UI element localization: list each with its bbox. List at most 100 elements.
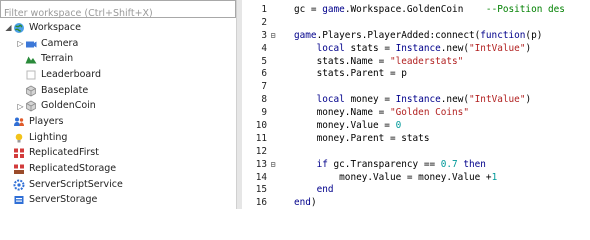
cube-icon [25, 100, 37, 112]
line-number: 12 [255, 145, 267, 157]
server-script-service-icon [13, 179, 25, 191]
code-token: money = [344, 94, 396, 106]
code-token: stats.Name = [294, 55, 390, 67]
fold-toggle-icon[interactable]: ⊟ [267, 31, 279, 40]
line-number: 14 [255, 171, 267, 183]
code-line[interactable]: 9 money.Name = "Golden Coins" [242, 106, 590, 119]
tree-item-label: Leaderboard [41, 68, 102, 80]
code-text: local stats = Instance.new("IntValue") [279, 42, 532, 54]
code-token: .Players.PlayerAdded:connect( [316, 29, 481, 41]
tree-item-serverscriptservice[interactable]: ServerScriptService [0, 177, 236, 193]
code-line[interactable]: 7 [242, 80, 590, 93]
code-token: 0.7 [440, 158, 458, 170]
code-token: 1 [491, 171, 498, 183]
code-line[interactable]: 4 local stats = Instance.new("IntValue") [242, 42, 590, 55]
code-token: then [463, 158, 486, 170]
code-line[interactable]: 1 gc = game.Workspace.GoldenCoin --Positi… [242, 3, 590, 16]
code-token: gc.Transparency == [327, 158, 441, 170]
expand-arrow-icon[interactable]: ▷ [16, 39, 25, 49]
expand-arrow-icon[interactable]: ▷ [16, 101, 25, 111]
tree-item-replicatedfirst[interactable]: ReplicatedFirst [0, 146, 236, 162]
code-line[interactable]: 10 money.Value = 0 [242, 119, 590, 132]
code-token: if [316, 158, 328, 170]
code-line[interactable]: 16 end) [242, 196, 590, 209]
tree-item-terrain[interactable]: Terrain [0, 51, 236, 67]
server-storage-icon [13, 194, 25, 206]
part-icon [25, 69, 37, 81]
tree-item-goldencoin[interactable]: ▷ GoldenCoin [0, 98, 236, 114]
code-token: stats = [344, 42, 396, 54]
line-number: 6 [261, 68, 267, 80]
fold-toggle-icon[interactable]: ⊟ [267, 160, 279, 169]
filter-workspace-field[interactable] [0, 0, 236, 22]
tree-item-label: Workspace [29, 21, 81, 33]
code-token: stats.Parent = p [294, 68, 407, 80]
code-line[interactable]: 12 [242, 145, 590, 158]
code-token: .new( [440, 42, 470, 54]
code-token: local [316, 42, 345, 54]
tree-item-baseplate[interactable]: Baseplate [0, 83, 236, 99]
script-editor[interactable]: 1 gc = game.Workspace.GoldenCoin --Positi… [242, 0, 590, 209]
line-number: 5 [261, 55, 267, 67]
tree-item-label: ServerStorage [29, 194, 98, 206]
tree-item-lighting[interactable]: Lighting [0, 130, 236, 146]
tree-item-replicatedstorage[interactable]: ReplicatedStorage [0, 161, 236, 177]
code-line[interactable]: 5 stats.Name = "leaderstats" [242, 55, 590, 68]
terrain-icon [25, 53, 37, 65]
code-token: game [294, 29, 317, 41]
code-token: "Golden Coins" [389, 107, 469, 119]
tree-item-players[interactable]: Players [0, 114, 236, 130]
explorer-panel: ◢ Workspace ▷ Camera Terrain Leaderboard Basep… [0, 0, 236, 209]
code-line[interactable]: 8 local money = Instance.new("IntValue") [242, 93, 590, 106]
code-line[interactable]: 3 ⊟ game.Players.PlayerAdded:connect(funct… [242, 29, 590, 42]
code-token: money.Name = [294, 107, 390, 119]
line-number: 15 [255, 184, 267, 196]
tree-item-leaderboard[interactable]: Leaderboard [0, 67, 236, 83]
replicated-first-icon [13, 147, 25, 159]
tree-item-camera[interactable]: ▷ Camera [0, 36, 236, 52]
lightbulb-icon [13, 132, 25, 144]
camera-icon [25, 38, 37, 50]
code-text: money.Parent = stats [279, 133, 430, 144]
code-token: "IntValue" [469, 94, 526, 106]
line-number: 9 [261, 107, 267, 119]
tree-item-label: Lighting [29, 131, 68, 143]
code-text: end [279, 184, 334, 195]
tree-item-workspace[interactable]: ◢ Workspace [0, 20, 236, 36]
code-line[interactable]: 2 [242, 16, 590, 29]
code-text: end) [279, 197, 317, 208]
tree-item-label: ReplicatedStorage [29, 163, 117, 175]
code-line[interactable]: 6 stats.Parent = p [242, 67, 590, 80]
code-token: money.Value = money.Value + [294, 171, 492, 183]
code-text: if gc.Transparency == 0.7 then [279, 159, 486, 170]
tree-item-label: ServerScriptService [29, 178, 123, 190]
tree-item-serverstorage[interactable]: ServerStorage [0, 193, 236, 209]
collapse-arrow-icon[interactable]: ◢ [4, 23, 13, 33]
code-line[interactable]: 11 money.Parent = stats [242, 132, 590, 145]
line-number: 11 [255, 132, 267, 144]
code-line[interactable]: 13 ⊟ if gc.Transparency == 0.7 then [242, 158, 590, 171]
line-number: 13 [255, 158, 267, 170]
code-token: ) [525, 42, 532, 54]
code-token: --Position des [485, 3, 565, 15]
tree-item-label: Terrain [41, 53, 74, 65]
line-number: 3 [261, 29, 267, 41]
code-line[interactable]: 15 end [242, 183, 590, 196]
code-text: game.Players.PlayerAdded:connect(functio… [279, 30, 542, 41]
line-number: 10 [255, 119, 267, 131]
code-token: money.Value = [294, 119, 396, 131]
code-token: end [294, 197, 311, 209]
code-token: Instance [395, 94, 441, 106]
code-line[interactable]: 14 money.Value = money.Value +1 [242, 171, 590, 184]
explorer-tree: ◢ Workspace ▷ Camera Terrain Leaderboard Basep… [0, 20, 236, 208]
tree-item-label: ReplicatedFirst [29, 147, 99, 159]
code-text: stats.Parent = p [279, 68, 407, 79]
code-token: Instance [395, 42, 441, 54]
